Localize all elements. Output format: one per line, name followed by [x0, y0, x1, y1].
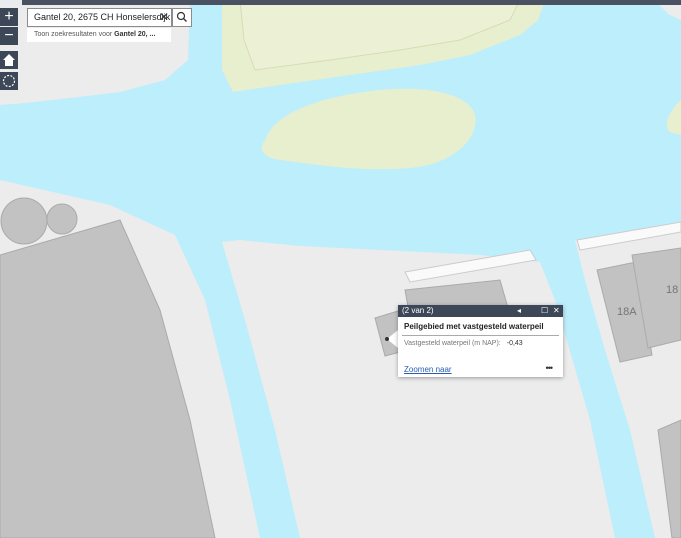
zoom-to-link[interactable]: Zoomen naar: [404, 365, 452, 374]
search-button[interactable]: [172, 8, 192, 27]
popup-field: Vastgesteld waterpeil (m NAP): -0,43: [398, 336, 563, 347]
popup-counter: (2 van 2): [402, 306, 434, 315]
suggestion-term: Gantel 20, ...: [114, 31, 156, 38]
suggestion-prefix: Toon zoekresultaten voor: [34, 31, 113, 38]
search-suggestion[interactable]: Toon zoekresultaten voor Gantel 20, ...: [27, 28, 171, 42]
close-icon[interactable]: ✕: [553, 305, 560, 317]
more-actions-icon[interactable]: •••: [546, 363, 554, 373]
search-input[interactable]: Gantel 20, 2675 CH Honselersdijk ✕: [27, 8, 172, 27]
map-canvas[interactable]: 18A 18: [0, 0, 681, 538]
popup-header: (2 van 2) ◂ ☐ ✕: [398, 305, 563, 317]
locate-icon: [2, 74, 16, 88]
field-value: -0,43: [506, 340, 523, 347]
locate-button[interactable]: [0, 72, 18, 90]
top-tab[interactable]: [0, 0, 22, 5]
label-18: 18: [666, 284, 678, 296]
previous-feature-button[interactable]: ◂: [517, 305, 521, 317]
zoom-in-button[interactable]: +: [0, 8, 18, 26]
search-icon: [176, 11, 187, 22]
clear-search-icon[interactable]: ✕: [159, 9, 169, 26]
selected-feature-marker: [385, 337, 389, 341]
silo-small: [46, 203, 78, 235]
feature-popup: (2 van 2) ◂ ☐ ✕ Peilgebied met vastgeste…: [398, 305, 563, 377]
home-icon: [3, 54, 15, 66]
maximize-icon[interactable]: ☐: [541, 305, 548, 317]
zoom-out-button[interactable]: −: [0, 27, 18, 45]
top-bar: [0, 0, 681, 5]
silo-large: [0, 197, 48, 245]
search-value: Gantel 20, 2675 CH Honselersdijk: [34, 12, 171, 22]
popup-title: Peilgebied met vastgesteld waterpeil: [404, 322, 544, 331]
label-18a: 18A: [617, 306, 637, 318]
home-button[interactable]: [0, 51, 18, 69]
field-label: Vastgesteld waterpeil (m NAP):: [404, 340, 501, 347]
